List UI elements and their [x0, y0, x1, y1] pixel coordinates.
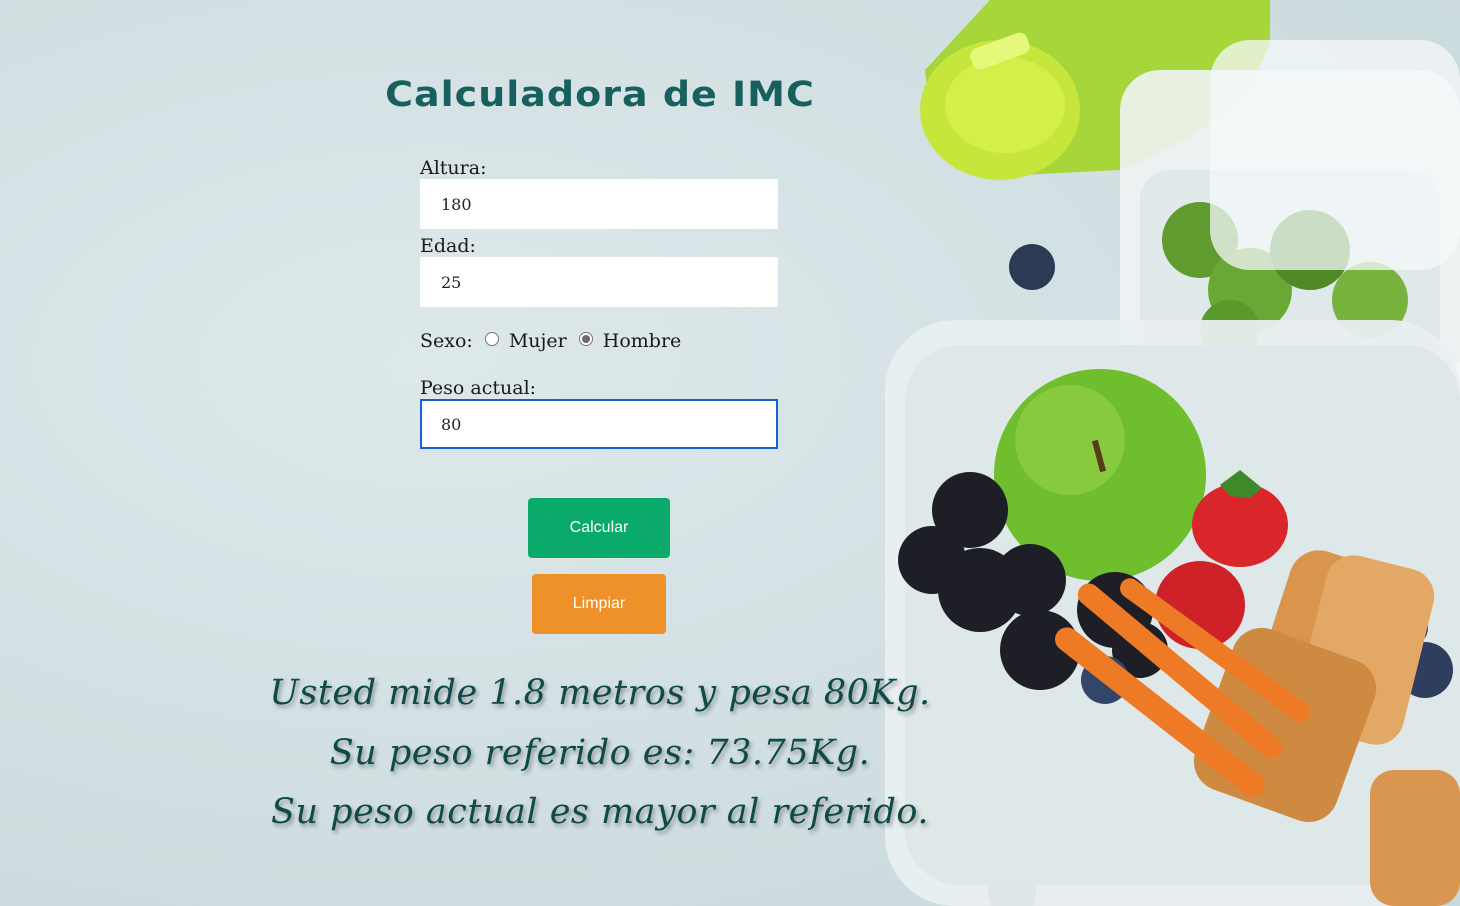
page-title: Calculadora de IMC	[385, 73, 815, 115]
result-line-2: Su peso referido es: 73.75Kg.	[329, 733, 871, 773]
hombre-radio[interactable]	[578, 332, 593, 346]
edad-label: Edad:	[420, 235, 476, 257]
limpiar-button[interactable]: Limpiar	[532, 574, 666, 634]
altura-label: Altura:	[420, 157, 487, 179]
edad-input[interactable]	[420, 257, 778, 307]
mujer-radio[interactable]	[484, 332, 499, 346]
sexo-label: Sexo:	[420, 330, 473, 352]
altura-input[interactable]	[420, 179, 778, 229]
mujer-label[interactable]: Mujer	[509, 330, 567, 352]
calcular-button[interactable]: Calcular	[528, 498, 670, 558]
peso-input[interactable]	[420, 399, 778, 449]
result-line-3: Su peso actual es mayor al referido.	[271, 792, 929, 832]
hombre-label[interactable]: Hombre	[603, 330, 682, 352]
sexo-row: Sexo: Mujer Hombre	[420, 330, 681, 352]
result-line-1: Usted mide 1.8 metros y pesa 80Kg.	[269, 673, 931, 713]
peso-label: Peso actual:	[420, 377, 537, 399]
